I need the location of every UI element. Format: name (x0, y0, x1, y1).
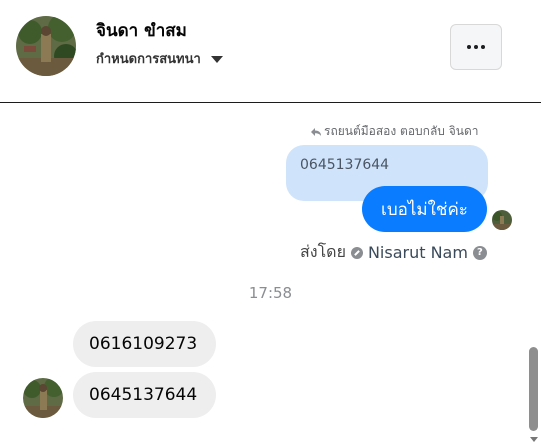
outgoing-message-bubble[interactable]: เบอไม่ใช่ค่ะ (362, 186, 487, 232)
thread-scrollbar[interactable] (529, 347, 538, 431)
message-thread: รถยนต์มือสอง ตอบกลับ จินดา 0645137644 เบ… (0, 103, 541, 447)
scroll-down-arrow-icon[interactable] (530, 437, 538, 442)
more-options-button[interactable] (450, 24, 502, 70)
reply-context-label: รถยนต์มือสอง ตอบกลับ จินดา (310, 122, 479, 141)
contact-name[interactable]: จินดา ขำสม (96, 17, 187, 44)
reply-arrow-icon (311, 127, 321, 136)
conversation-settings-dropdown[interactable]: กำหนดการสนทนา (96, 48, 223, 69)
conversation-settings-label: กำหนดการสนทนา (96, 52, 201, 67)
message-timestamp: 17:58 (248, 284, 293, 302)
sent-by-label: ส่งโดย (300, 242, 346, 261)
incoming-message-bubble[interactable]: 0616109273 (73, 321, 216, 367)
reply-context-text: รถยนต์มือสอง ตอบกลับ จินดา (324, 124, 479, 138)
sender-avatar[interactable] (23, 378, 63, 418)
sent-by-info: ส่งโดย Nisarut Nam ? (300, 240, 487, 265)
conversation-header: จินดา ขำสม กำหนดการสนทนา (0, 0, 541, 103)
incoming-message-bubble[interactable]: 0645137644 (73, 372, 216, 418)
replied-message-text: 0645137644 (300, 157, 390, 173)
seen-avatar (492, 210, 512, 230)
more-dots-icon (467, 45, 485, 49)
sent-by-circle-icon (350, 246, 363, 259)
sent-by-name: Nisarut Nam (367, 243, 468, 262)
help-icon[interactable]: ? (472, 245, 487, 260)
contact-avatar[interactable] (16, 16, 76, 76)
caret-down-icon (210, 56, 223, 63)
